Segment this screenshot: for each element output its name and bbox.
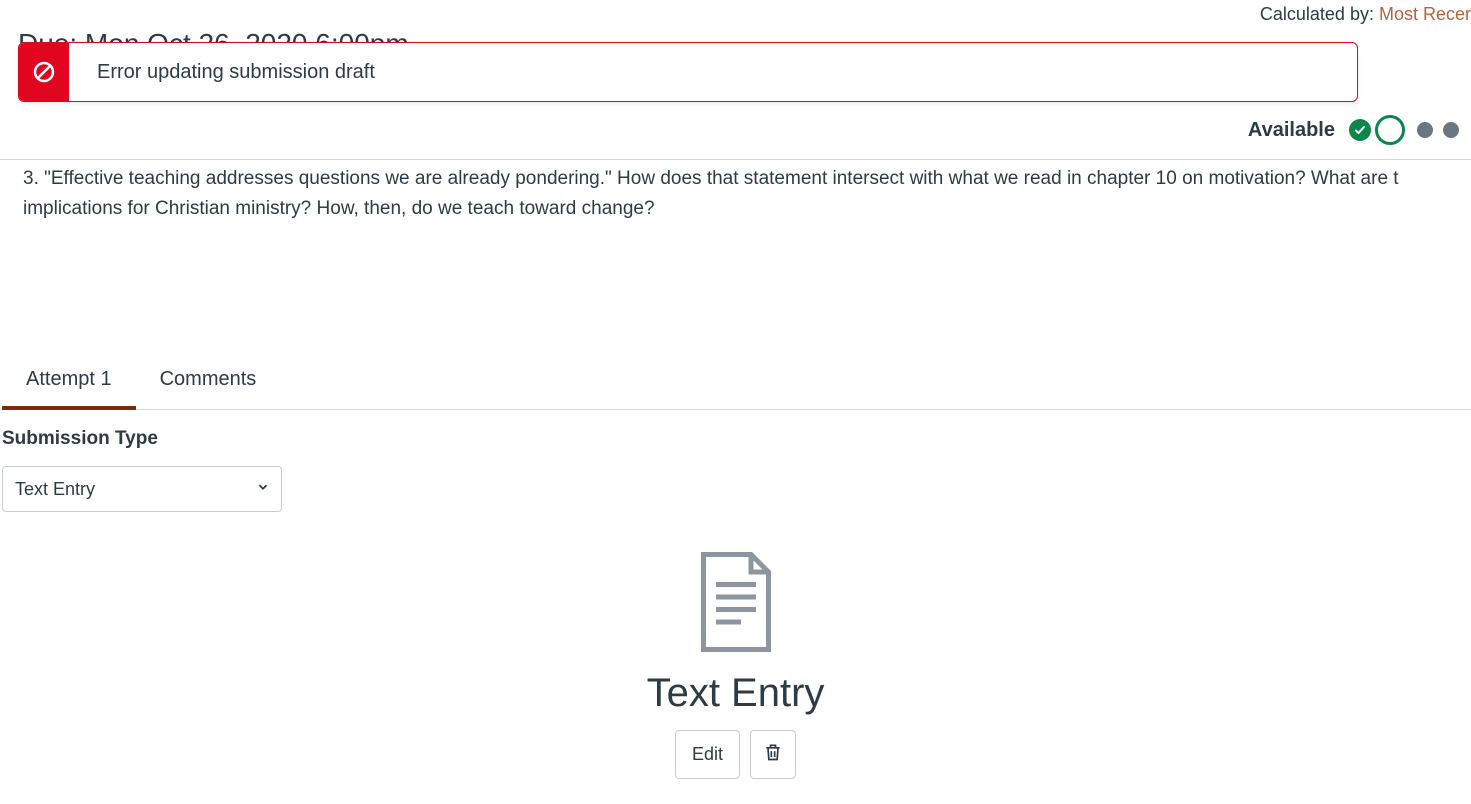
- entry-actions: Edit: [675, 730, 796, 779]
- tab-comments[interactable]: Comments: [160, 368, 257, 409]
- edit-button[interactable]: Edit: [675, 730, 740, 779]
- status-label: Available: [1248, 119, 1335, 142]
- alert-message: Error updating submission draft: [69, 43, 1357, 101]
- status-step-complete-icon: [1349, 119, 1371, 141]
- status-step-upcoming-icon: [1417, 122, 1433, 138]
- tab-attempt[interactable]: Attempt 1: [26, 368, 112, 409]
- status-step-current-icon: [1375, 115, 1405, 145]
- text-entry-block: Text Entry Edit: [0, 552, 1471, 779]
- tabs: Attempt 1 Comments: [0, 368, 1471, 410]
- submission-type-select[interactable]: Text Entry: [2, 466, 282, 512]
- status-row: Available: [1248, 115, 1459, 145]
- no-entry-icon: [19, 43, 69, 101]
- calculated-by-meta: Calculated by: Most Recer: [1260, 4, 1471, 25]
- entry-title: Text Entry: [647, 671, 825, 716]
- question-text: 3. "Effective teaching addresses questio…: [23, 164, 1471, 225]
- calculated-by-link[interactable]: Most Recer: [1379, 4, 1471, 24]
- calculated-by-label: Calculated by:: [1260, 4, 1379, 24]
- status-step-upcoming-icon: [1443, 122, 1459, 138]
- divider: [0, 159, 1471, 160]
- document-icon: [695, 552, 777, 657]
- error-alert: Error updating submission draft: [18, 42, 1358, 102]
- delete-button[interactable]: [750, 730, 796, 779]
- trash-icon: [763, 741, 783, 768]
- submission-type-label: Submission Type: [2, 428, 158, 450]
